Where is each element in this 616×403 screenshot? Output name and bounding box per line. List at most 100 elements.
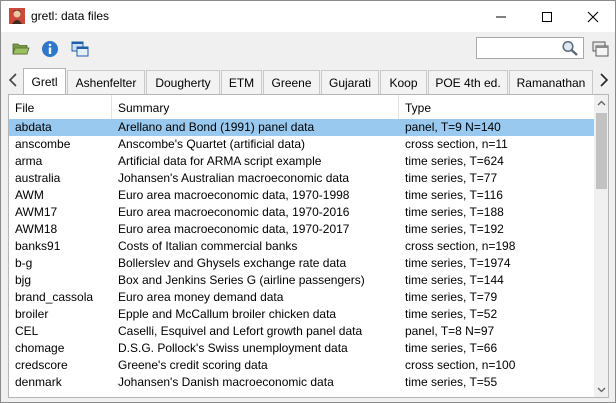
tab-label: Dougherty <box>155 75 211 90</box>
chevron-right-icon <box>600 73 609 87</box>
table-row[interactable]: brand_cassola Euro area money demand data… <box>9 289 594 306</box>
table-row[interactable]: anscombe Anscombe's Quartet (artificial d… <box>9 136 594 153</box>
tab-ashenfelter[interactable]: Ashenfelter <box>67 70 145 94</box>
table-body: abdata Arellano and Bond (1991) panel dat… <box>9 119 594 391</box>
windows-icon[interactable] <box>71 40 89 58</box>
scroll-down-button[interactable] <box>594 382 608 397</box>
column-header-summary[interactable]: Summary <box>112 95 399 119</box>
tab-poe-4th-ed[interactable]: POE 4th ed. <box>428 70 508 94</box>
summary-cell: Epple and McCallum broiler chicken data <box>118 307 337 321</box>
tab-label: Gretl <box>31 75 58 89</box>
type-cell: panel, T=9 N=140 <box>405 120 501 134</box>
tab-greene[interactable]: Greene <box>263 70 320 94</box>
tab-label: Ramanathan <box>516 75 586 90</box>
file-cell: australia <box>15 171 61 185</box>
window-stack-icon[interactable] <box>591 40 609 58</box>
file-cell: CEL <box>15 324 39 338</box>
summary-cell: Caselli, Esquivel and Lefort growth pane… <box>118 324 363 338</box>
tab-label: Gujarati <box>328 75 372 90</box>
type-cell: time series, T=77 <box>405 171 498 185</box>
table-row[interactable]: chomage D.S.G. Pollock's Swiss unemployme… <box>9 340 594 357</box>
table-row[interactable]: bjg Box and Jenkins Series G (airline pas… <box>9 272 594 289</box>
file-cell: arma <box>15 154 43 168</box>
column-header-type[interactable]: Type <box>399 95 594 119</box>
vertical-scrollbar[interactable] <box>594 95 608 397</box>
type-cell: cross section, n=100 <box>405 358 516 372</box>
table-row[interactable]: banks91 Costs of Italian commercial banks… <box>9 238 594 255</box>
table-row[interactable]: arma Artificial data for ARMA script exam… <box>9 153 594 170</box>
type-cell: panel, T=8 N=97 <box>405 324 495 338</box>
table-row[interactable]: australia Johansen's Australian macroecon… <box>9 170 594 187</box>
file-cell: anscombe <box>15 137 71 151</box>
file-cell: AWM17 <box>15 205 58 219</box>
tab-etm[interactable]: ETM <box>221 70 262 94</box>
type-cell: cross section, n=11 <box>405 137 508 151</box>
file-cell: credscore <box>15 358 68 372</box>
table-row[interactable]: broiler Epple and McCallum broiler chicke… <box>9 306 594 323</box>
type-cell: time series, T=66 <box>405 341 498 355</box>
type-cell: time series, T=79 <box>405 290 498 304</box>
file-cell: b-g <box>15 256 33 270</box>
tab-strip: Gretl Ashenfelter Dougherty ETM Greene G… <box>23 68 593 94</box>
type-cell: time series, T=116 <box>405 188 503 202</box>
file-cell: abdata <box>15 120 52 134</box>
file-cell: chomage <box>15 341 65 355</box>
tab-dougherty[interactable]: Dougherty <box>146 70 220 94</box>
scroll-thumb[interactable] <box>596 113 607 189</box>
type-cell: time series, T=1974 <box>405 256 511 270</box>
file-cell: brand_cassola <box>15 290 94 304</box>
maximize-icon <box>542 11 552 22</box>
tab-label: ETM <box>228 75 255 90</box>
tab-label: Greene <box>271 75 312 90</box>
close-icon <box>587 11 599 22</box>
search-input[interactable] <box>479 39 559 57</box>
tab-ramanathan[interactable]: Ramanathan <box>509 70 593 94</box>
tab-scroll-right-button[interactable] <box>596 69 612 91</box>
file-cell: broiler <box>15 307 49 321</box>
maximize-button[interactable] <box>524 1 570 32</box>
file-cell: bjg <box>15 273 32 287</box>
chevron-left-icon <box>8 73 17 87</box>
summary-cell: Euro area macroeconomic data, 1970-1998 <box>118 188 350 202</box>
file-cell: AWM <box>15 188 44 202</box>
summary-cell: Artificial data for ARMA script example <box>118 154 322 168</box>
minimize-button[interactable] <box>478 1 524 32</box>
type-cell: time series, T=55 <box>405 375 498 389</box>
table-row[interactable]: CEL Caselli, Esquivel and Lefort growth p… <box>9 323 594 340</box>
title-bar[interactable]: gretl: data files <box>1 1 615 32</box>
tab-gujarati[interactable]: Gujarati <box>321 70 379 94</box>
table-row[interactable]: abdata Arellano and Bond (1991) panel dat… <box>9 119 594 136</box>
table-row[interactable]: b-g Bollerslev and Ghysels exchange rate … <box>9 255 594 272</box>
column-header-file[interactable]: File <box>9 95 112 119</box>
summary-cell: Bollerslev and Ghysels exchange rate dat… <box>118 256 347 270</box>
scroll-up-button[interactable] <box>594 95 608 110</box>
search-box[interactable] <box>476 37 584 59</box>
table-row[interactable]: AWM18 Euro area macroeconomic data, 1970-… <box>9 221 594 238</box>
file-cell: banks91 <box>15 239 61 253</box>
tab-koop[interactable]: Koop <box>380 70 427 94</box>
summary-cell: Box and Jenkins Series G (airline passen… <box>118 273 365 287</box>
table-row[interactable]: denmark Johansen's Danish macroeconomic d… <box>9 374 594 391</box>
window-title: gretl: data files <box>31 9 110 23</box>
open-folder-icon[interactable] <box>12 40 30 58</box>
tab-gretl[interactable]: Gretl <box>23 68 66 94</box>
type-cell: time series, T=52 <box>405 307 498 321</box>
column-header-row: File Summary Type <box>9 95 594 119</box>
close-button[interactable] <box>570 1 615 32</box>
file-cell: denmark <box>15 375 62 389</box>
info-icon[interactable] <box>41 40 59 58</box>
magnifier-icon[interactable] <box>561 40 579 56</box>
summary-cell: Greene's credit scoring data <box>118 358 268 372</box>
table-row[interactable]: credscore Greene's credit scoring data cro… <box>9 357 594 374</box>
data-file-list: File Summary Type abdata Arellano and Bon… <box>8 94 609 398</box>
scroll-up-arrow-icon <box>597 100 606 105</box>
summary-cell: Arellano and Bond (1991) panel data <box>118 120 315 134</box>
type-cell: time series, T=624 <box>405 154 504 168</box>
summary-cell: Anscombe's Quartet (artificial data) <box>118 137 306 151</box>
minimize-icon <box>496 16 506 17</box>
table-row[interactable]: AWM Euro area macroeconomic data, 1970-19… <box>9 187 594 204</box>
tab-scroll-left-button[interactable] <box>5 69 21 91</box>
table-row[interactable]: AWM17 Euro area macroeconomic data, 1970-… <box>9 204 594 221</box>
scroll-down-arrow-icon <box>597 387 606 392</box>
file-cell: AWM18 <box>15 222 58 236</box>
